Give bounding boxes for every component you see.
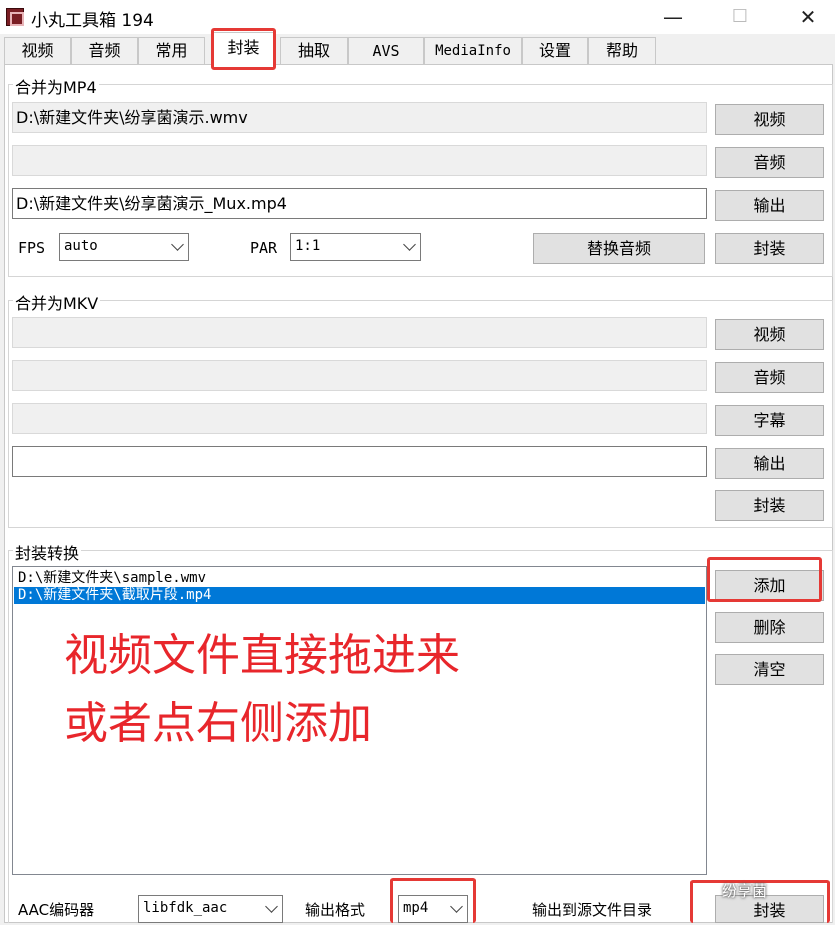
minimize-button[interactable]: — — [650, 2, 696, 32]
maximize-button[interactable]: ☐ — [717, 2, 763, 32]
tab-extract[interactable]: 抽取 — [280, 37, 348, 65]
mkv-output-button[interactable]: 输出 — [715, 448, 824, 479]
output-format-select[interactable]: mp4 — [398, 895, 468, 923]
chevron-down-icon — [265, 900, 278, 913]
close-button[interactable]: ✕ — [785, 2, 831, 32]
mp4-group-title: 合并为MP4 — [13, 74, 99, 98]
mp4-audio-button[interactable]: 音频 — [715, 147, 824, 178]
mkv-subtitle-button[interactable]: 字幕 — [715, 405, 824, 436]
tab-audio[interactable]: 音频 — [71, 37, 138, 65]
tab-mediainfo[interactable]: MediaInfo — [424, 37, 522, 65]
mp4-output-button[interactable]: 输出 — [715, 190, 824, 221]
mp4-mux-button[interactable]: 封装 — [715, 233, 824, 264]
annotation-line-1: 视频文件直接拖进来 — [64, 630, 460, 681]
output-format-label: 输出格式 — [305, 901, 366, 919]
annotation-line-2: 或者点右侧添加 — [64, 698, 372, 749]
mkv-video-button[interactable]: 视频 — [715, 319, 824, 350]
window-title: 小丸工具箱 194 — [31, 11, 154, 31]
aac-encoder-label: AAC编码器 — [18, 901, 95, 919]
output-to-source-dir-label: 输出到源文件目录 — [532, 901, 653, 919]
clear-button[interactable]: 清空 — [715, 654, 824, 685]
list-item[interactable]: D:\新建文件夹\sample.wmv — [14, 570, 206, 587]
tab-video[interactable]: 视频 — [4, 37, 71, 65]
tab-mux[interactable]: 封装 — [213, 32, 274, 66]
mp4-output-path-field[interactable]: D:\新建文件夹\纷享菌演示_Mux.mp4 — [12, 188, 707, 219]
par-label: PAR — [250, 239, 278, 257]
mp4-video-path-field[interactable]: D:\新建文件夹\纷享菌演示.wmv — [12, 102, 707, 133]
fps-value: auto — [64, 238, 98, 254]
chevron-down-icon — [403, 238, 416, 251]
convert-group-title: 封装转换 — [13, 540, 82, 564]
mkv-mux-button[interactable]: 封装 — [715, 490, 824, 521]
chevron-down-icon — [450, 900, 463, 913]
replace-audio-button[interactable]: 替换音频 — [533, 233, 705, 264]
par-value: 1:1 — [295, 238, 321, 254]
tab-avs[interactable]: AVS — [348, 37, 424, 65]
aac-encoder-value: libfdk_aac — [143, 900, 228, 916]
output-format-value: mp4 — [403, 900, 429, 916]
tab-help[interactable]: 帮助 — [588, 37, 656, 65]
mkv-group-title: 合并为MKV — [13, 290, 101, 314]
fps-select[interactable]: auto — [59, 233, 189, 261]
mkv-audio-button[interactable]: 音频 — [715, 362, 824, 393]
mkv-audio-path-field[interactable] — [12, 360, 707, 391]
chevron-down-icon — [171, 238, 184, 251]
list-item-selected[interactable]: D:\新建文件夹\截取片段.mp4 — [14, 587, 705, 604]
mkv-subtitle-path-field[interactable] — [12, 403, 707, 434]
fps-label: FPS — [18, 239, 46, 257]
mkv-video-path-field[interactable] — [12, 317, 707, 348]
watermark: 纷享菌 — [722, 882, 768, 900]
mkv-output-path-field[interactable] — [12, 446, 707, 477]
app-icon — [6, 8, 24, 26]
tab-settings[interactable]: 设置 — [522, 37, 588, 65]
aac-encoder-select[interactable]: libfdk_aac — [138, 895, 283, 923]
par-select[interactable]: 1:1 — [290, 233, 421, 261]
mp4-audio-path-field[interactable] — [12, 145, 707, 176]
mp4-video-button[interactable]: 视频 — [715, 104, 824, 135]
delete-button[interactable]: 删除 — [715, 612, 824, 643]
add-button[interactable]: 添加 — [715, 570, 824, 601]
tab-common[interactable]: 常用 — [138, 37, 205, 65]
